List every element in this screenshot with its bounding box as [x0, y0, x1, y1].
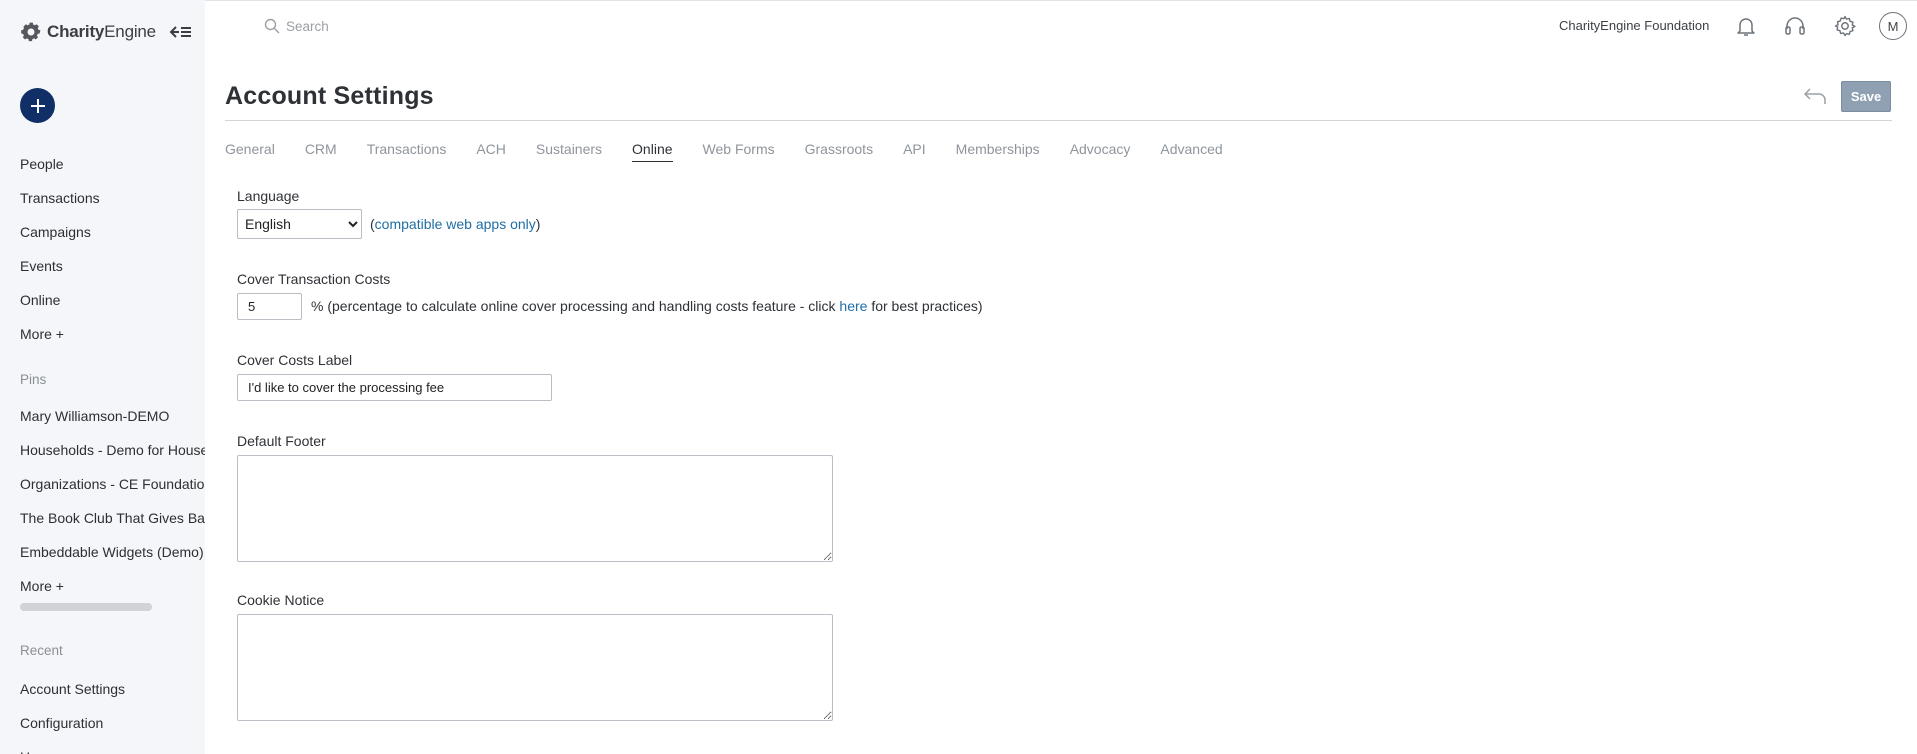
top-border [205, 0, 1917, 1]
save-button[interactable]: Save [1841, 81, 1891, 112]
main-nav: People Transactions Campaigns Events Onl… [20, 153, 100, 357]
cover-costs-label-heading: Cover Costs Label [237, 352, 353, 368]
best-practices-link[interactable]: here [839, 298, 867, 314]
pin-item[interactable]: Households - Demo for Households [20, 439, 205, 473]
compatible-web-apps-link[interactable]: compatible web apps only [375, 216, 536, 232]
nav-item-people[interactable]: People [20, 153, 100, 187]
recent-item[interactable]: Account Settings [20, 678, 125, 712]
cover-costs-note: % (percentage to calculate online cover … [311, 298, 983, 314]
header-divider [225, 120, 1892, 121]
tab-memberships[interactable]: Memberships [956, 141, 1040, 162]
tab-ach[interactable]: ACH [476, 141, 506, 162]
nav-item-online[interactable]: Online [20, 289, 100, 323]
nav-item-more[interactable]: More + [20, 323, 100, 357]
pin-item[interactable]: Organizations - CE Foundation [20, 473, 205, 507]
tab-sustainers[interactable]: Sustainers [536, 141, 602, 162]
pins-list: Mary Williamson-DEMO Households - Demo f… [20, 405, 205, 609]
tab-advocacy[interactable]: Advocacy [1070, 141, 1131, 162]
add-new-button[interactable] [20, 88, 55, 123]
user-avatar[interactable]: M [1879, 12, 1907, 40]
settings-tabs: General CRM Transactions ACH Sustainers … [225, 141, 1253, 162]
tab-crm[interactable]: CRM [305, 141, 337, 162]
pins-heading: Pins [20, 372, 47, 387]
cover-costs-label: Cover Transaction Costs [237, 271, 391, 287]
sidebar-scrollbar[interactable] [20, 603, 152, 611]
collapse-sidebar-button[interactable] [168, 22, 194, 42]
headset-icon [1785, 17, 1805, 35]
nav-item-campaigns[interactable]: Campaigns [20, 221, 100, 255]
sidebar: CharityEngine People Transactions Campai… [0, 0, 205, 754]
pin-item[interactable]: Embeddable Widgets (Demo) [20, 541, 205, 575]
search-icon [264, 18, 280, 34]
logo-text: CharityEngine [47, 22, 156, 41]
tab-online[interactable]: Online [632, 141, 673, 162]
tab-web-forms[interactable]: Web Forms [703, 141, 775, 162]
notifications-button[interactable] [1734, 14, 1758, 38]
recent-item[interactable]: Home [20, 746, 125, 754]
settings-button[interactable] [1833, 14, 1857, 38]
undo-arrow-icon [1803, 88, 1826, 104]
page-title: Account Settings [225, 82, 434, 110]
language-select[interactable]: English [237, 209, 362, 239]
search-bar[interactable]: Search [264, 18, 329, 34]
tab-api[interactable]: API [903, 141, 926, 162]
collapse-sidebar-icon [169, 26, 191, 38]
nav-item-transactions[interactable]: Transactions [20, 187, 100, 221]
gear-logo-icon [21, 22, 41, 42]
support-button[interactable] [1783, 14, 1807, 38]
cookie-notice-label: Cookie Notice [237, 592, 325, 608]
language-note: (compatible web apps only) [370, 216, 541, 232]
recent-heading: Recent [20, 643, 63, 658]
cookie-notice-textarea[interactable] [237, 614, 833, 721]
undo-button[interactable] [1802, 85, 1828, 107]
recent-item[interactable]: Configuration [20, 712, 125, 746]
default-footer-label: Default Footer [237, 433, 326, 449]
recent-list: Account Settings Configuration Home [20, 678, 125, 754]
cover-costs-percent-input[interactable] [237, 293, 302, 320]
gear-icon [1834, 15, 1856, 37]
cover-costs-label-input[interactable] [237, 374, 552, 401]
app-logo[interactable]: CharityEngine [20, 21, 156, 43]
organization-name[interactable]: CharityEngine Foundation [1559, 18, 1709, 33]
plus-icon [30, 98, 45, 113]
tab-transactions[interactable]: Transactions [367, 141, 447, 162]
tab-advanced[interactable]: Advanced [1160, 141, 1222, 162]
pin-item[interactable]: Mary Williamson-DEMO [20, 405, 205, 439]
pin-item[interactable]: The Book Club That Gives Back [20, 507, 205, 541]
tab-grassroots[interactable]: Grassroots [805, 141, 873, 162]
nav-item-events[interactable]: Events [20, 255, 100, 289]
search-input[interactable]: Search [286, 19, 329, 34]
bell-icon [1737, 18, 1755, 36]
tab-general[interactable]: General [225, 141, 275, 162]
default-footer-textarea[interactable] [237, 455, 833, 562]
language-label: Language [237, 188, 300, 204]
